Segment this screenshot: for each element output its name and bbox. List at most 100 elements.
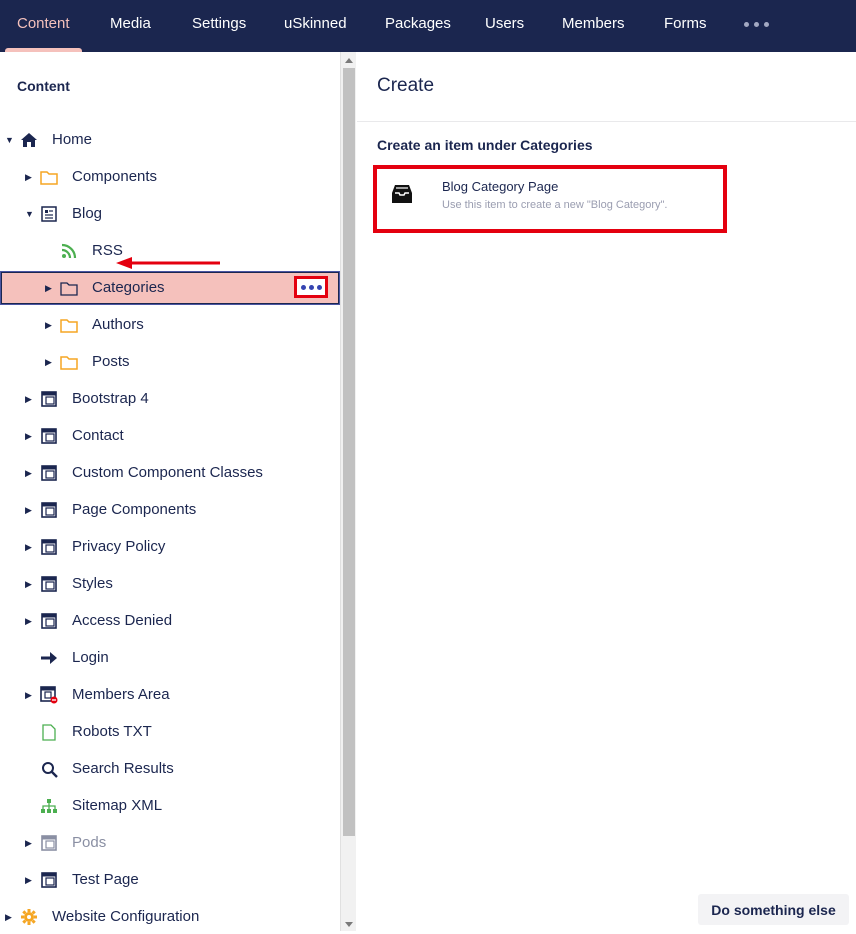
nav-more-icon[interactable] <box>744 22 769 27</box>
nav-uskinned[interactable]: uSkinned <box>284 0 347 52</box>
nav-settings[interactable]: Settings <box>192 0 246 52</box>
tree-item-label: Search Results <box>72 760 174 777</box>
tree-item-search-results[interactable]: Search Results <box>0 752 340 786</box>
tree-item-privacy-policy[interactable]: ▶ Privacy Policy <box>0 530 340 564</box>
more-actions-button[interactable] <box>294 276 328 298</box>
tree-item-login[interactable]: Login <box>0 641 340 675</box>
nav-members[interactable]: Members <box>562 0 625 52</box>
tree-item-categories[interactable]: ▶ Categories <box>0 271 340 305</box>
scroll-up-icon[interactable] <box>345 58 353 63</box>
caret-right-icon[interactable]: ▶ <box>25 687 37 703</box>
caret-down-icon[interactable]: ▼ <box>5 132 17 148</box>
nav-media[interactable]: Media <box>110 0 151 52</box>
tree-item-categories-wrap: ▶ Categories <box>0 271 340 305</box>
caret-right-icon[interactable]: ▶ <box>5 909 17 925</box>
tree-item-authors[interactable]: ▶ Authors <box>0 308 340 342</box>
caret-right-icon[interactable]: ▶ <box>25 169 37 185</box>
create-item-description: Use this item to create a new "Blog Cate… <box>442 199 668 211</box>
caret-right-icon[interactable]: ▶ <box>25 539 37 555</box>
scroll-down-icon[interactable] <box>345 922 353 927</box>
search-icon <box>40 760 58 778</box>
tree-item-bootstrap-4[interactable]: ▶ Bootstrap 4 <box>0 382 340 416</box>
content-tree-sidebar: Content ▼ Home ▶ Components ▼ Blog RSS ▶ <box>0 52 340 931</box>
caret-right-icon[interactable]: ▶ <box>25 428 37 444</box>
tree-item-label: Blog <box>72 205 103 222</box>
folder-outline-icon <box>60 279 78 297</box>
tree-item-blog[interactable]: ▼ Blog <box>0 197 340 231</box>
sidebar-title: Content <box>17 78 70 94</box>
inbox-icon <box>391 183 413 205</box>
page-layout-icon <box>40 612 58 630</box>
create-subtitle: Create an item under Categories <box>377 137 593 153</box>
tree-item-website-configuration[interactable]: ▶ Website Configuration <box>0 900 340 934</box>
tree-item-label: Styles <box>72 575 113 592</box>
document-icon <box>40 723 58 741</box>
nav-forms[interactable]: Forms <box>664 0 707 52</box>
caret-right-icon[interactable]: ▶ <box>45 354 57 370</box>
tree-item-custom-component-classes[interactable]: ▶ Custom Component Classes <box>0 456 340 490</box>
tree-item-label: Contact <box>72 427 124 444</box>
caret-down-icon[interactable]: ▼ <box>25 206 37 222</box>
scroll-thumb[interactable] <box>343 68 355 836</box>
nav-users[interactable]: Users <box>485 0 524 52</box>
page-layout-icon <box>40 501 58 519</box>
top-navigation: Content Media Settings uSkinned Packages… <box>0 0 856 52</box>
sidebar-scrollbar[interactable] <box>340 52 356 931</box>
page-restricted-icon <box>40 686 58 704</box>
do-something-else-button[interactable]: Do something else <box>698 894 849 925</box>
create-item-name: Blog Category Page <box>442 179 559 194</box>
caret-right-icon[interactable]: ▶ <box>25 391 37 407</box>
caret-right-icon[interactable]: ▶ <box>45 280 57 296</box>
page-layout-icon <box>40 538 58 556</box>
tree-item-label: Home <box>52 131 93 148</box>
tree-item-access-denied[interactable]: ▶ Access Denied <box>0 604 340 638</box>
tree-item-label: Components <box>72 168 158 185</box>
annotation-arrow-icon <box>116 257 220 269</box>
tree-item-components[interactable]: ▶ Components <box>0 160 340 194</box>
caret-right-icon[interactable]: ▶ <box>25 835 37 851</box>
page-layout-icon <box>40 427 58 445</box>
sitemap-icon <box>40 797 58 815</box>
tree-item-label: Categories <box>92 279 165 296</box>
tree-item-label: Test Page <box>72 871 139 888</box>
tree-item-pods[interactable]: ▶ Pods <box>0 826 340 860</box>
caret-right-icon[interactable]: ▶ <box>25 872 37 888</box>
nav-content[interactable]: Content <box>5 0 81 52</box>
tree-item-robots-txt[interactable]: Robots TXT <box>0 715 340 749</box>
tree-item-label: Bootstrap 4 <box>72 390 149 407</box>
tree-item-label: Custom Component Classes <box>72 464 263 481</box>
caret-right-icon[interactable]: ▶ <box>25 465 37 481</box>
tree-item-label: Privacy Policy <box>72 538 166 555</box>
blog-icon <box>40 205 58 223</box>
tree-item-posts[interactable]: ▶ Posts <box>0 345 340 379</box>
folder-icon <box>60 353 78 371</box>
caret-right-icon[interactable]: ▶ <box>25 613 37 629</box>
gear-icon <box>20 908 38 926</box>
tree-item-label: Page Components <box>72 501 197 518</box>
folder-icon <box>60 316 78 334</box>
tree-item-styles[interactable]: ▶ Styles <box>0 567 340 601</box>
page-layout-icon <box>40 834 58 852</box>
arrow-right-icon <box>40 649 58 667</box>
tree-item-label: Website Configuration <box>52 908 200 925</box>
page-layout-icon <box>40 575 58 593</box>
caret-right-icon[interactable]: ▶ <box>25 502 37 518</box>
tree-item-members-area[interactable]: ▶ Members Area <box>0 678 340 712</box>
caret-right-icon[interactable]: ▶ <box>25 576 37 592</box>
tree-item-label: Login <box>72 649 109 666</box>
panel-title: Create <box>377 75 435 96</box>
tree-item-sitemap-xml[interactable]: Sitemap XML <box>0 789 340 823</box>
tree-item-label: Posts <box>92 353 130 370</box>
tree-item-contact[interactable]: ▶ Contact <box>0 419 340 453</box>
tree-item-test-page[interactable]: ▶ Test Page <box>0 863 340 897</box>
tree-item-label: Members Area <box>72 686 170 703</box>
create-item-blog-category-page[interactable]: Blog Category Page Use this item to crea… <box>373 165 727 233</box>
tree-item-page-components[interactable]: ▶ Page Components <box>0 493 340 527</box>
tree-item-home[interactable]: ▼ Home <box>0 123 340 157</box>
rss-icon <box>60 242 78 260</box>
tree-item-label: Robots TXT <box>72 723 152 740</box>
tree-item-label: Access Denied <box>72 612 173 629</box>
nav-packages[interactable]: Packages <box>385 0 451 52</box>
panel-header: Create <box>357 52 856 122</box>
caret-right-icon[interactable]: ▶ <box>45 317 57 333</box>
